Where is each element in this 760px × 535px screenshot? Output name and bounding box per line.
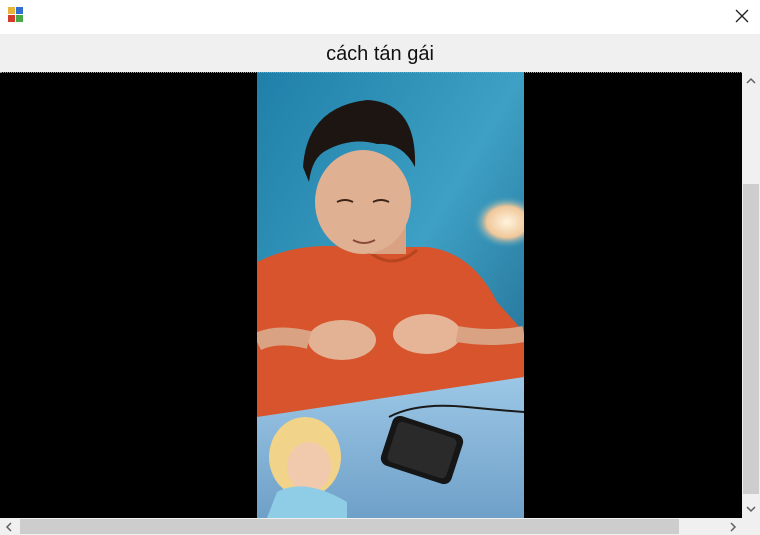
app-window-icon [8,7,24,23]
scroll-down-button[interactable] [742,500,760,518]
vertical-scroll-thumb[interactable] [743,184,759,494]
viewport-border [0,72,742,73]
video-viewport[interactable] [0,72,742,518]
scroll-right-button[interactable] [724,518,742,535]
close-button[interactable] [724,0,760,32]
chevron-down-icon [746,506,756,513]
scrollbar-corner [742,518,760,535]
window-titlebar [0,0,760,34]
scroll-left-button[interactable] [0,518,18,535]
horizontal-scrollbar[interactable] [0,518,742,535]
chevron-left-icon [5,521,12,532]
video-title: cách tán gái [326,43,434,65]
chevron-right-icon [730,521,737,532]
vertical-scrollbar[interactable] [742,72,760,518]
scroll-up-button[interactable] [742,72,760,90]
video-title-area: cách tán gái [0,34,760,72]
close-icon [735,9,749,23]
video-frame-image [257,72,524,518]
horizontal-scroll-thumb[interactable] [20,519,679,534]
chevron-up-icon [746,77,756,84]
